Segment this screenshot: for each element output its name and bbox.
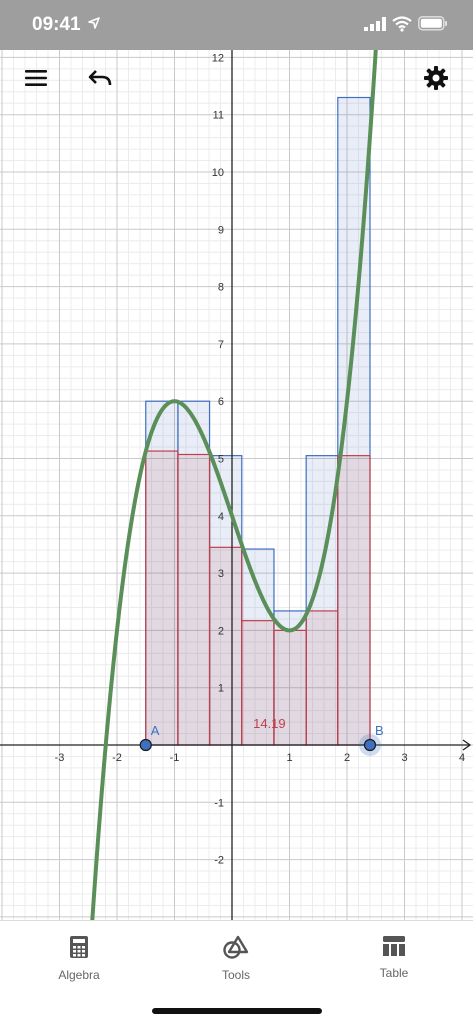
hamburger-menu-icon (25, 70, 47, 86)
x-tick-label: 4 (459, 752, 465, 764)
graphing-canvas[interactable]: -3 -2 -1 1 2 3 4 -2 -1 1 2 3 4 5 6 7 8 9 10 11 12 14.19 A B (0, 0, 473, 920)
x-tick-label: -3 (55, 752, 65, 764)
tab-table[interactable]: Table (339, 935, 449, 985)
tab-tools-label: Tools (221, 968, 250, 982)
menu-button[interactable] (16, 58, 56, 98)
tab-table-label: Table (379, 966, 409, 980)
table-icon (383, 936, 405, 956)
home-indicator (152, 1008, 322, 1014)
y-tick-label: 8 (218, 282, 224, 294)
point-b-label: B (375, 723, 384, 738)
y-tick-label: 2 (218, 625, 224, 637)
y-tick-label: 10 (212, 167, 224, 179)
x-tick-label: -1 (170, 752, 180, 764)
lower-bar (177, 453, 211, 746)
status-time: 09:41 (32, 14, 81, 35)
gear-icon (424, 66, 448, 90)
x-tick-label: 1 (286, 752, 292, 764)
point-a[interactable] (139, 738, 152, 752)
point-a-label: A (151, 723, 160, 738)
undo-icon (88, 70, 112, 86)
y-tick-label: -2 (214, 855, 224, 867)
tab-algebra-label: Algebra (58, 968, 100, 982)
settings-button[interactable] (416, 58, 456, 98)
y-tick-label: 9 (218, 224, 224, 236)
y-tick-label: 3 (218, 568, 224, 580)
lower-bar (145, 450, 179, 746)
wifi-icon (392, 16, 412, 32)
y-tick-label: -1 (214, 797, 224, 809)
lower-bar (305, 610, 339, 746)
status-bar: 09:41 (0, 0, 473, 50)
point-b[interactable] (363, 738, 377, 752)
y-tick-label: 5 (218, 454, 224, 466)
y-tick-label: 6 (218, 396, 224, 408)
cellular-signal-icon (364, 17, 386, 31)
battery-icon (418, 16, 447, 31)
undo-button[interactable] (80, 58, 120, 98)
y-tick-label: 7 (218, 339, 224, 351)
y-tick-label: 1 (218, 683, 224, 695)
calculator-icon (70, 936, 88, 958)
y-tick-label: 12 (212, 52, 224, 64)
shapes-tools-icon (223, 935, 249, 959)
lower-bar (337, 455, 371, 746)
x-tick-label: 2 (344, 752, 350, 764)
tab-algebra[interactable]: Algebra (24, 935, 134, 985)
sum-label: 14.19 (253, 716, 286, 731)
y-tick-label: 4 (218, 511, 224, 523)
y-tick-label: 11 (213, 110, 224, 122)
graph-svg[interactable]: -3 -2 -1 1 2 3 4-2-1123456789101112 14.19 A B (0, 0, 473, 920)
tab-tools[interactable]: Tools (181, 935, 291, 985)
x-tick-label: -2 (112, 752, 122, 764)
location-arrow-icon (88, 17, 100, 29)
x-tick-label: 3 (401, 752, 407, 764)
lower-bar (208, 546, 243, 746)
